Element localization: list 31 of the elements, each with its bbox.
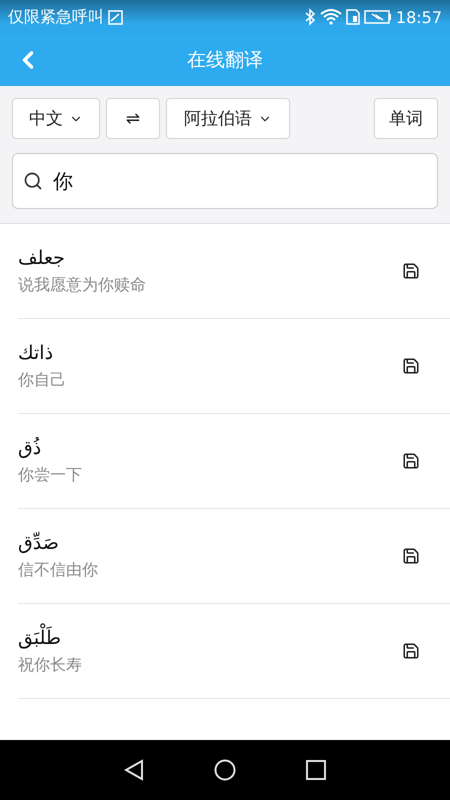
clock-time: 18:57 xyxy=(396,8,442,26)
image-icon xyxy=(108,10,123,24)
target-language-dropdown[interactable]: 阿拉伯语 xyxy=(166,98,290,139)
swap-languages-button[interactable]: ⇌ xyxy=(106,98,160,139)
wifi-icon xyxy=(320,9,342,25)
back-nav-icon[interactable] xyxy=(124,759,144,781)
page-title: 在线翻译 xyxy=(187,48,263,73)
word-mode-button[interactable]: 单词 xyxy=(374,98,438,139)
save-button[interactable] xyxy=(402,547,420,565)
chinese-translation: 说我愿意为你赎命 xyxy=(18,274,146,296)
sim-icon xyxy=(346,9,360,25)
status-text: 仅限紧急呼叫 xyxy=(8,6,104,28)
save-button[interactable] xyxy=(402,262,420,280)
recents-nav-icon[interactable] xyxy=(306,760,326,780)
save-button[interactable] xyxy=(402,452,420,470)
search-field[interactable]: 你 xyxy=(12,153,438,209)
home-nav-icon[interactable] xyxy=(214,759,236,781)
arabic-word: جعلف xyxy=(18,246,65,268)
chinese-translation: 祝你长寿 xyxy=(18,654,82,676)
chinese-translation: 你尝一下 xyxy=(18,464,82,486)
save-button[interactable] xyxy=(402,357,420,375)
chinese-translation: 你自己 xyxy=(18,370,66,390)
arabic-word: صَدِّق xyxy=(18,532,59,554)
save-button[interactable] xyxy=(402,642,420,660)
arabic-word: ذُق xyxy=(18,436,42,458)
battery-icon xyxy=(364,10,392,24)
bluetooth-icon xyxy=(304,8,316,26)
source-language-dropdown[interactable]: 中文 xyxy=(12,98,100,139)
arabic-word: ذاتك xyxy=(18,342,54,364)
chinese-translation: 信不信由你 xyxy=(18,560,98,580)
search-icon xyxy=(23,171,43,191)
